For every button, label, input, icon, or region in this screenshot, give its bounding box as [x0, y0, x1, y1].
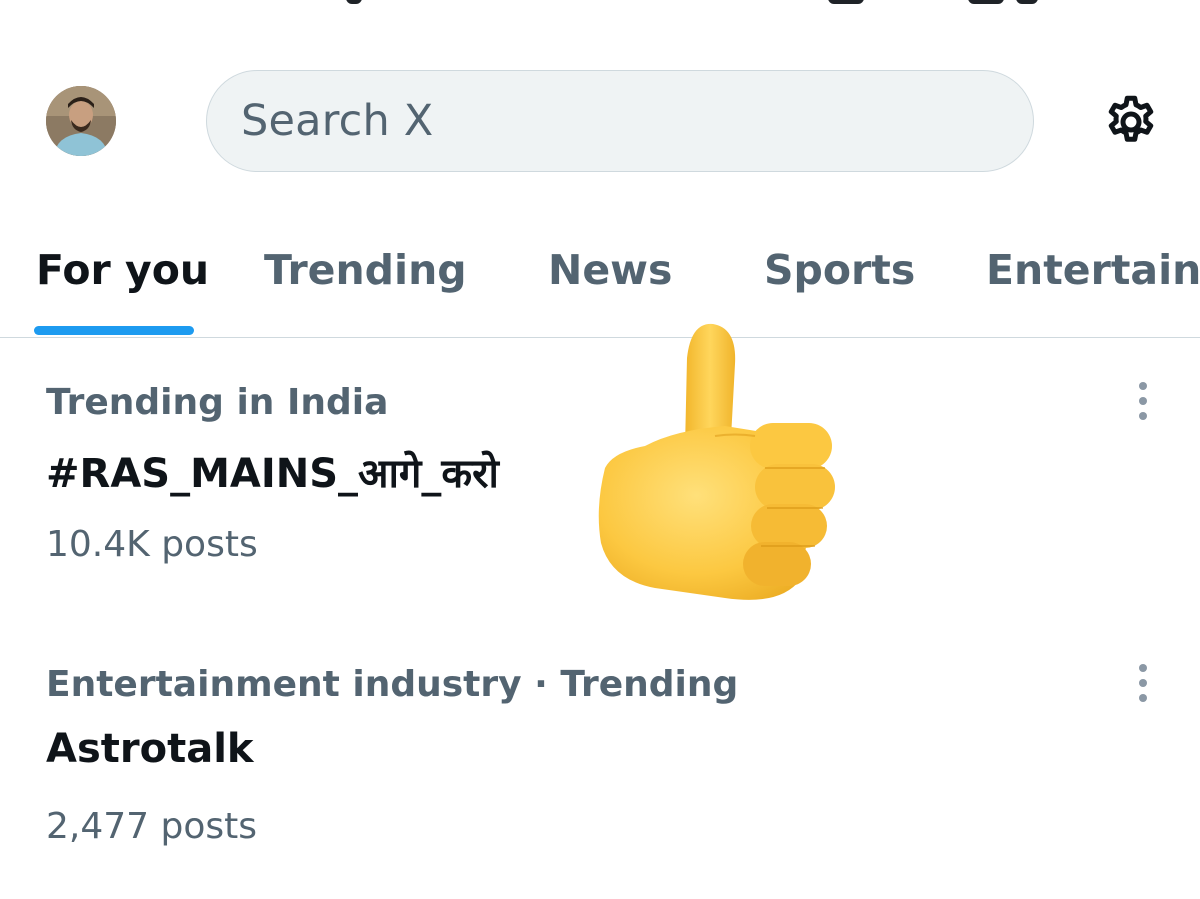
- avatar[interactable]: [46, 86, 116, 156]
- tab-news[interactable]: News: [548, 246, 672, 294]
- trend-item[interactable]: Entertainment industry · Trending Astrot…: [0, 664, 1200, 899]
- profile-avatar-image: [46, 86, 116, 156]
- trend-post-count: 10.4K posts: [46, 524, 258, 565]
- signal-icon: [828, 0, 864, 4]
- signal-icon: [968, 0, 1004, 4]
- active-tab-indicator: [34, 326, 194, 335]
- tab-sports[interactable]: Sports: [764, 246, 915, 294]
- settings-button[interactable]: [1100, 91, 1162, 153]
- trend-context: Entertainment industry · Trending: [46, 664, 739, 705]
- explore-screen: Search X For you Trending News Sports En…: [0, 0, 1200, 899]
- status-icon: [346, 0, 362, 4]
- tab-for-you[interactable]: For you: [36, 246, 209, 294]
- trend-post-count: 2,477 posts: [46, 806, 258, 847]
- status-bar: [0, 0, 1200, 8]
- battery-icon: [1016, 0, 1038, 4]
- trend-title: #RAS_MAINS_आगे_करो: [46, 451, 499, 497]
- search-placeholder: Search X: [241, 96, 434, 146]
- thumbs-up-emoji: [598, 323, 835, 600]
- tab-trending[interactable]: Trending: [264, 246, 467, 294]
- more-vertical-icon[interactable]: [1128, 378, 1158, 424]
- gear-icon: [1108, 95, 1154, 142]
- search-input[interactable]: Search X: [206, 70, 1034, 172]
- more-vertical-icon[interactable]: [1128, 660, 1158, 706]
- trend-title: Astrotalk: [46, 726, 254, 772]
- tab-entertainment[interactable]: Entertainment: [986, 246, 1200, 294]
- trend-context: Trending in India: [46, 382, 389, 423]
